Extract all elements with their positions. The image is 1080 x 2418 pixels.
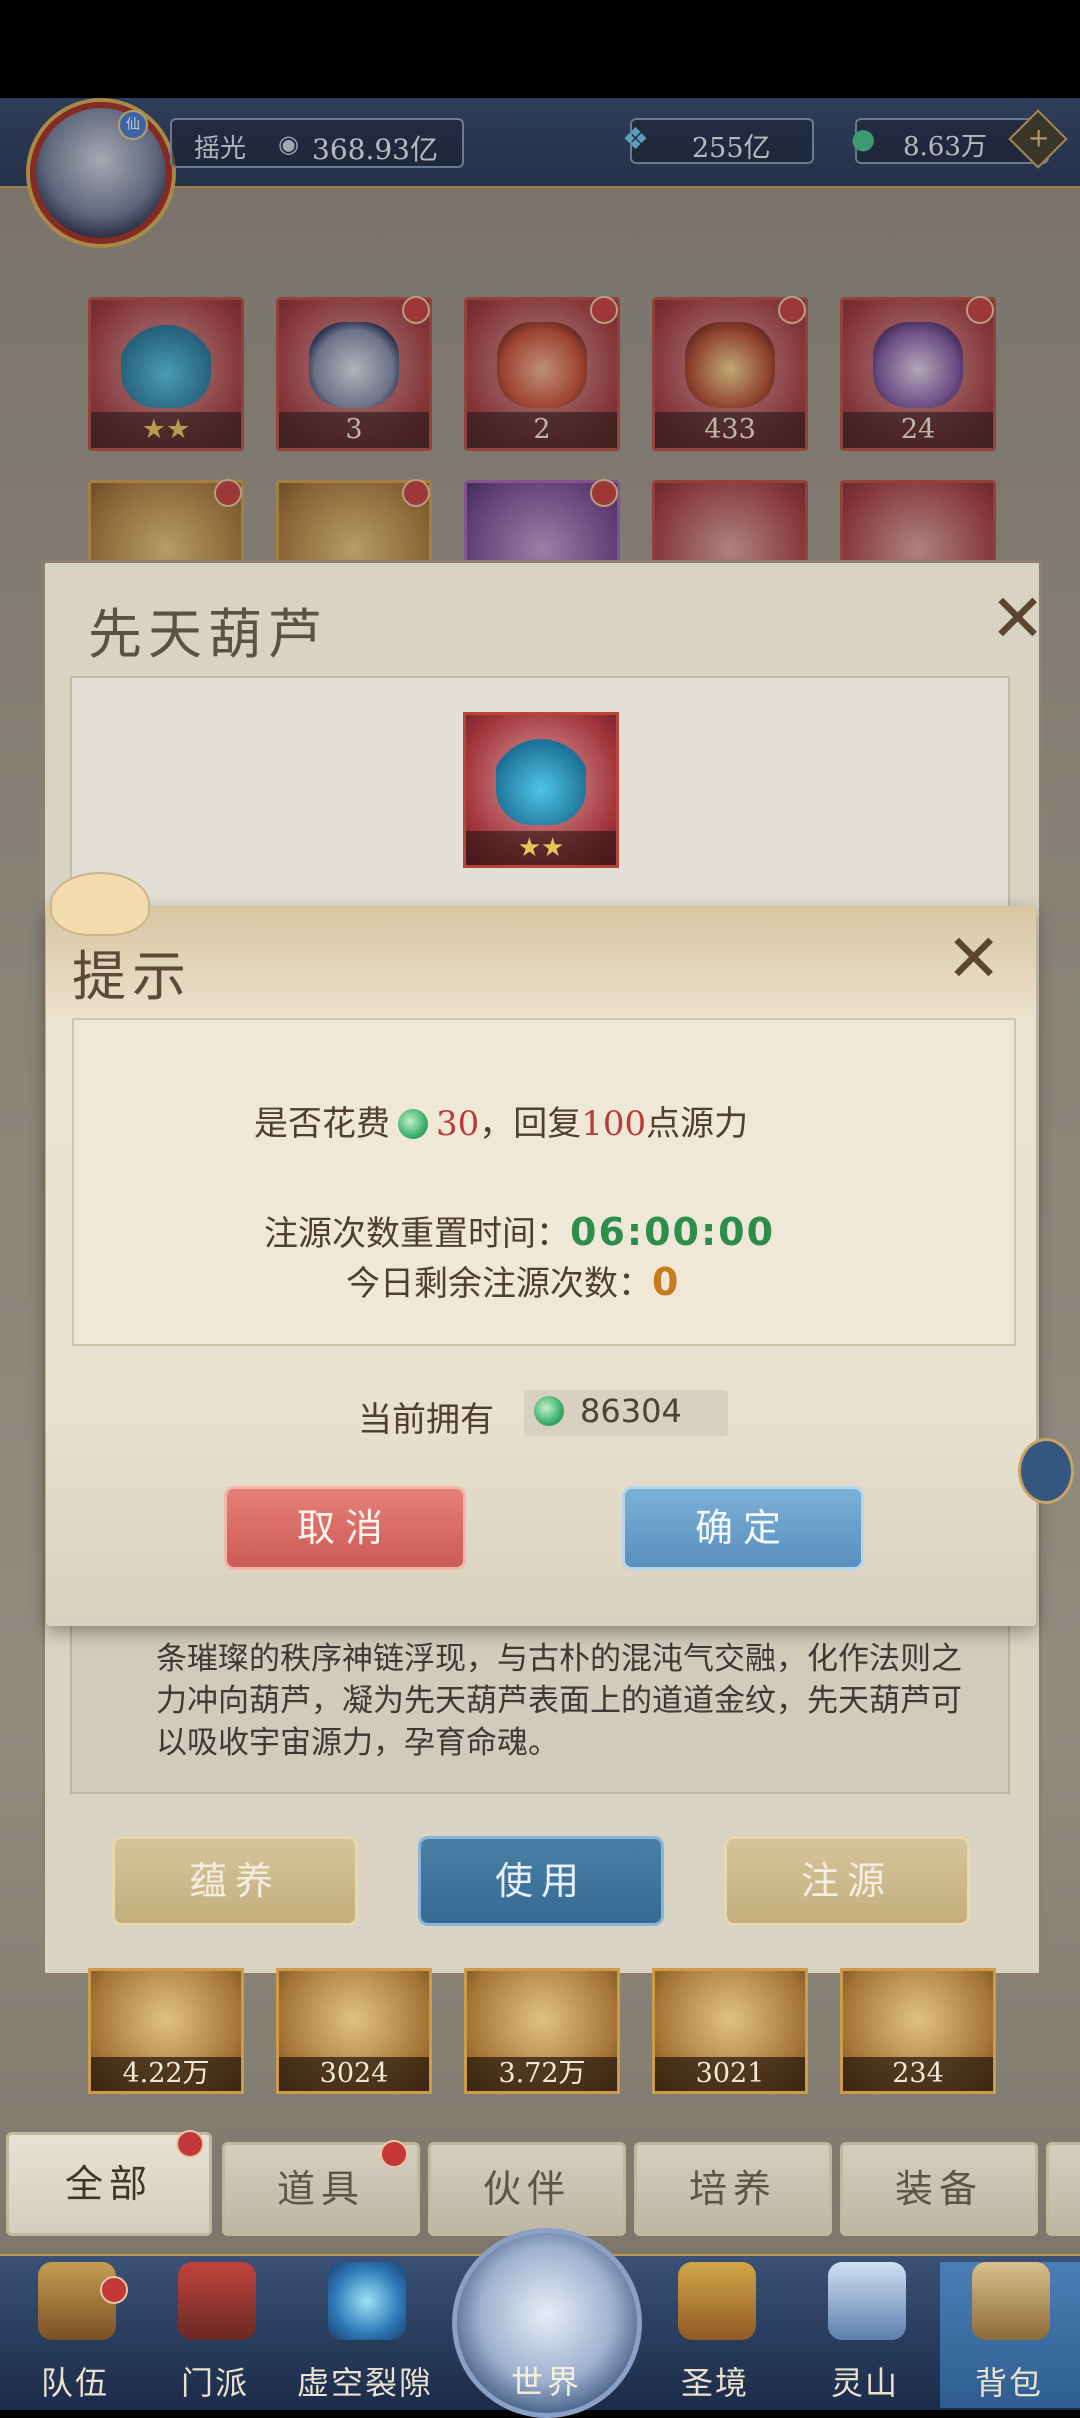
nav-world[interactable]: 世界	[452, 2228, 642, 2418]
owned-value: 86304	[580, 1392, 682, 1430]
holy-land-icon	[678, 2262, 756, 2340]
nav-label: 队伍	[40, 2364, 109, 2402]
remaining-count: 0	[652, 1260, 679, 1304]
nav-label: 虚空裂隙	[296, 2364, 433, 2402]
cost-prefix: 是否花费	[254, 1104, 390, 1144]
nav-label: 世界	[510, 2363, 583, 2401]
nav-label: 圣境	[680, 2364, 749, 2402]
cost-suffix: 点源力	[646, 1104, 749, 1144]
tab-more[interactable]	[1046, 2142, 1080, 2236]
restore-value: 100	[581, 1104, 647, 1144]
red-dot-icon	[176, 2130, 204, 2158]
nav-label: 门派	[180, 2364, 249, 2402]
item-slot-silver-ore[interactable]: 234	[840, 1968, 996, 2094]
red-dot-icon	[380, 2140, 408, 2168]
item-stars: ★★	[466, 831, 616, 865]
tab-partner[interactable]: 伙伴	[428, 2142, 626, 2236]
nav-holy-land[interactable]: 圣境	[640, 2254, 790, 2408]
cost-mid: ，回复	[479, 1104, 582, 1144]
nav-label: 灵山	[830, 2364, 899, 2402]
dialog-title: 提示	[72, 945, 192, 1008]
item-count: 3021	[655, 2057, 805, 2091]
item-slot-gold-drop[interactable]: 3.72万	[464, 1968, 620, 2094]
backpack-icon	[972, 2262, 1050, 2340]
item-slot-black-spike[interactable]: 4.22万	[88, 1968, 244, 2094]
item-description: 条璀璨的秩序神链浮现，与古朴的混沌气交融，化作法则之力冲向葫芦，凝为先天葫芦表面…	[156, 1641, 962, 1761]
nav-void-rift[interactable]: 虚空裂隙	[290, 2254, 440, 2408]
nav-backpack[interactable]: 背包	[934, 2254, 1080, 2408]
remaining-label: 今日剩余注源次数：	[346, 1264, 652, 1304]
rift-icon	[328, 2262, 406, 2340]
inject-button[interactable]: 注源	[724, 1836, 970, 1926]
cost-value: 30	[436, 1104, 480, 1144]
item-count: 3.72万	[467, 2057, 617, 2091]
team-icon	[38, 2262, 116, 2340]
gourd-icon	[496, 735, 586, 825]
jade-coin-icon	[526, 1396, 572, 1426]
item-panel-title: 先天葫芦	[88, 603, 328, 666]
tab-equipment[interactable]: 装备	[840, 2142, 1038, 2236]
remaining-line: 今日剩余注源次数：0	[346, 1256, 678, 1305]
cancel-button[interactable]: 取消	[224, 1486, 466, 1570]
confirm-button[interactable]: 确定	[622, 1486, 864, 1570]
sect-icon	[178, 2262, 256, 2340]
cost-message: 是否花费 30，回复100点源力	[254, 1096, 748, 1145]
nav-spirit-mountain[interactable]: 灵山	[790, 2254, 940, 2408]
game-screen: 仙 摇光 ◉ 368.93亿 ❖ 255亿 ● 8.63万 + ★★ 3 2 4…	[0, 0, 1080, 2418]
close-icon[interactable]: ✕	[946, 920, 1001, 997]
close-icon[interactable]: ✕	[990, 580, 1045, 657]
status-bar	[0, 0, 1080, 98]
item-description-box: 条璀璨的秩序神链浮现，与古朴的混沌气交融，化作法则之力冲向葫芦，凝为先天葫芦表面…	[70, 1620, 1010, 1794]
cloud-ornament-icon	[50, 872, 150, 936]
item-preview-gourd: ★★	[463, 712, 619, 868]
tab-cultivate[interactable]: 培养	[634, 2142, 832, 2236]
reset-label: 注源次数重置时间：	[264, 1214, 570, 1254]
use-button[interactable]: 使用	[418, 1836, 664, 1926]
dialog-header-band	[46, 906, 1036, 1016]
item-count: 234	[843, 2057, 993, 2091]
mountain-icon	[828, 2262, 906, 2340]
nav-team[interactable]: 队伍	[0, 2254, 150, 2408]
red-dot-icon	[100, 2276, 128, 2304]
reset-time: 06:00:00	[570, 1210, 776, 1254]
nav-sect[interactable]: 门派	[140, 2254, 290, 2408]
side-float-button[interactable]	[1018, 1438, 1074, 1504]
nav-label: 背包	[974, 2364, 1043, 2402]
item-slot-gold-flower[interactable]: 3024	[276, 1968, 432, 2094]
item-count: 3024	[279, 2057, 429, 2091]
owned-label: 当前拥有	[358, 1400, 494, 1440]
item-count: 4.22万	[91, 2057, 241, 2091]
item-slot-blue-flame[interactable]: 3021	[652, 1968, 808, 2094]
reset-time-line: 注源次数重置时间：06:00:00	[264, 1206, 775, 1255]
jade-coin-icon	[398, 1109, 428, 1139]
nurture-button[interactable]: 蕴养	[112, 1836, 358, 1926]
